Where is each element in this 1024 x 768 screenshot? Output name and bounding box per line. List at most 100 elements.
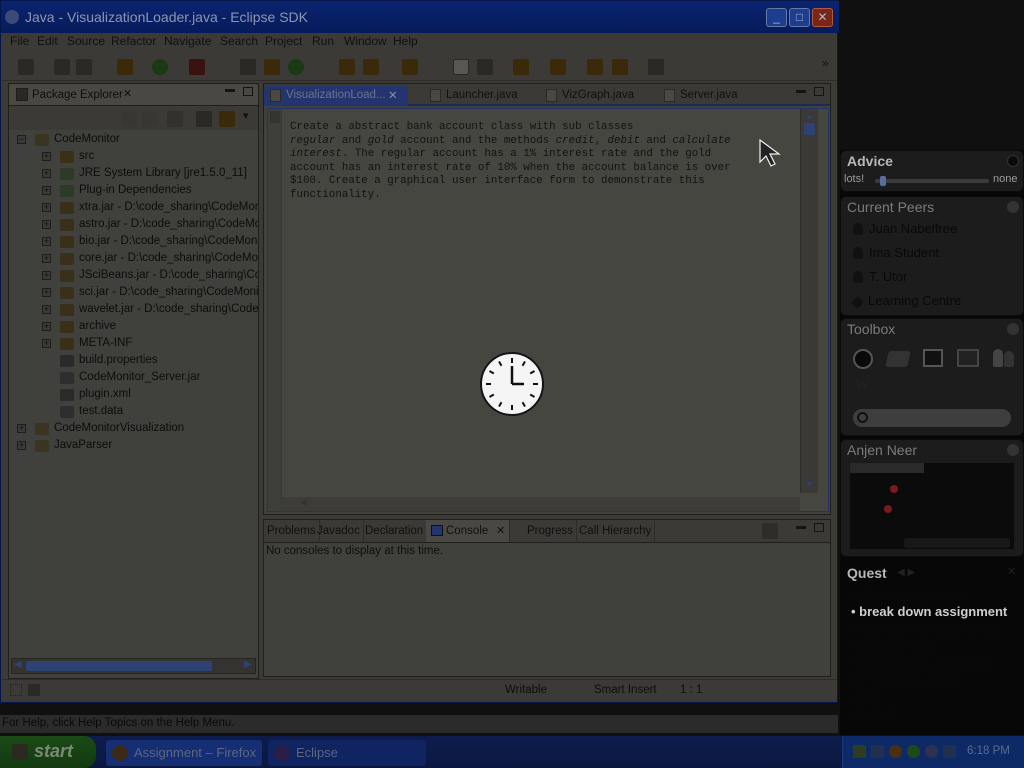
tree-item[interactable]: + CodeMonitorVisualization [9,421,258,438]
tab-visualizationloader[interactable]: VisualizationLoad... ✕ [264,86,408,106]
tree-item[interactable]: CodeMonitor_Server.jar [9,370,258,387]
scroll-down-icon[interactable]: ▼ [805,479,814,489]
maximize-view-icon[interactable] [814,87,824,96]
book-icon[interactable] [885,351,911,367]
peer-marker-icon[interactable] [890,485,898,493]
menu-source[interactable]: Source [67,34,105,48]
expand-icon[interactable]: + [42,254,51,263]
show-whitespace-icon[interactable] [477,59,493,75]
expand-icon[interactable]: + [42,271,51,280]
scrollbar-thumb[interactable] [26,661,212,671]
peer-map[interactable] [849,462,1015,550]
close-tab-icon[interactable]: ✕ [496,520,505,542]
calculator-icon[interactable] [923,349,943,367]
peer-item[interactable]: Ima Student [853,245,939,260]
toolbox-search-input[interactable] [853,409,1011,427]
quest-item[interactable]: • convert logic to syntax [851,655,988,670]
scroll-up-icon[interactable]: ▲ [805,111,814,121]
tree-item[interactable]: + META-INF [9,336,258,353]
people-icon[interactable] [993,349,1015,369]
menu-project[interactable]: Project [265,34,302,48]
editor-horizontal-scrollbar[interactable]: ◀ [282,497,800,511]
advice-slider-thumb[interactable] [880,176,887,186]
expand-icon[interactable]: + [42,237,51,246]
tree-item[interactable]: + wavelet.jar - D:\code_sharing\CodeMo [9,302,258,319]
display-console-icon[interactable] [762,523,778,539]
quest-item[interactable]: • submit [851,706,897,721]
scroll-left-icon[interactable]: ◀ [14,659,22,670]
menu-run[interactable]: Run [312,34,334,48]
search-icon[interactable] [363,59,379,75]
view-menu-icon[interactable]: ▾ [243,109,249,122]
taskbar-item-firefox[interactable]: Assignment – Firefox [106,740,262,766]
expand-icon[interactable]: + [42,186,51,195]
expand-icon[interactable]: + [42,339,51,348]
collapse-icon[interactable]: − [17,135,26,144]
firefox-icon[interactable] [853,349,873,369]
tree-item[interactable]: build.properties [9,353,258,370]
tab-progress[interactable]: Progress [524,520,578,542]
new-class-icon[interactable] [288,59,304,75]
expand-icon[interactable]: + [42,220,51,229]
menu-refactor[interactable]: Refactor [111,34,156,48]
tree-item[interactable]: + archive [9,319,258,336]
last-edit-location-icon[interactable] [587,59,603,75]
tray-app-icon[interactable] [943,745,956,758]
menu-file[interactable]: File [10,34,29,48]
peer-item[interactable]: Learning Centre [851,293,961,309]
quest-item[interactable]: • test [851,689,880,704]
new-package-icon[interactable] [264,59,280,75]
tree-item[interactable]: + JRE System Library [jre1.5.0_11] [9,166,258,183]
tree-item[interactable]: test.data [9,404,258,421]
expand-icon[interactable]: + [42,203,51,212]
save-icon[interactable] [54,59,70,75]
close-icon[interactable] [1007,444,1019,456]
tab-call-hierarchy[interactable]: Call Hierarchy [576,520,656,542]
forward-icon[interactable] [142,111,158,127]
scrollbar-thumb[interactable] [804,123,815,135]
link-with-editor-icon[interactable] [219,111,235,127]
next-annotation-icon[interactable] [513,59,529,75]
info-icon[interactable] [1007,323,1019,335]
tray-app-icon[interactable] [925,745,938,758]
run-icon[interactable] [152,59,168,75]
tree-item[interactable]: + astro.jar - D:\code_sharing\CodeMoni [9,217,258,234]
minimize-view-icon[interactable] [796,90,806,93]
tab-server[interactable]: Server.java [658,86,758,106]
forward-icon[interactable] [648,59,664,75]
tree-item[interactable]: + xtra.jar - D:\code_sharing\CodeMonit [9,200,258,217]
quest-item[interactable]: • identify knowledge gaps [851,621,998,636]
close-tab-icon[interactable]: ✕ [388,88,398,102]
advice-slider-track[interactable] [875,179,989,183]
tab-declaration[interactable]: Declaration [362,520,428,542]
editor-text[interactable]: Create a abstract bank account class wit… [290,121,760,203]
tab-javadoc[interactable]: Javadoc [314,520,364,542]
map-controls[interactable] [904,538,1010,548]
expand-icon[interactable]: + [17,441,26,450]
scroll-left-icon[interactable]: ◀ [300,497,307,508]
debug-icon[interactable] [117,59,133,75]
close-tab-icon[interactable]: ✕ [123,87,132,100]
fast-view-icon[interactable] [10,684,22,696]
toolbar-overflow-icon[interactable]: » [822,56,829,70]
wikipedia-icon[interactable]: W [855,377,869,394]
back-icon[interactable] [121,111,137,127]
tree-item[interactable]: + src [9,149,258,166]
scroll-right-icon[interactable]: ▶ [244,659,252,670]
close-button[interactable]: ✕ [812,8,833,27]
expand-icon[interactable]: + [17,424,26,433]
tree-item[interactable]: + JSciBeans.jar - D:\code_sharing\Codel [9,268,258,285]
newspaper-icon[interactable] [957,349,979,367]
external-tools-icon[interactable] [189,59,205,75]
new-icon[interactable] [18,59,34,75]
expand-icon[interactable]: + [42,322,51,331]
tray-app-icon[interactable] [871,745,884,758]
menu-search[interactable]: Search [220,34,258,48]
expand-icon[interactable]: + [42,288,51,297]
open-perspective-icon[interactable] [402,59,418,75]
quest-item[interactable]: • investigate errors [851,672,959,687]
tree-item[interactable]: plugin.xml [9,387,258,404]
tree-item[interactable]: + core.jar - D:\code_sharing\CodeMonit [9,251,258,268]
menu-edit[interactable]: Edit [37,34,58,48]
collapse-all-icon[interactable] [196,111,212,127]
